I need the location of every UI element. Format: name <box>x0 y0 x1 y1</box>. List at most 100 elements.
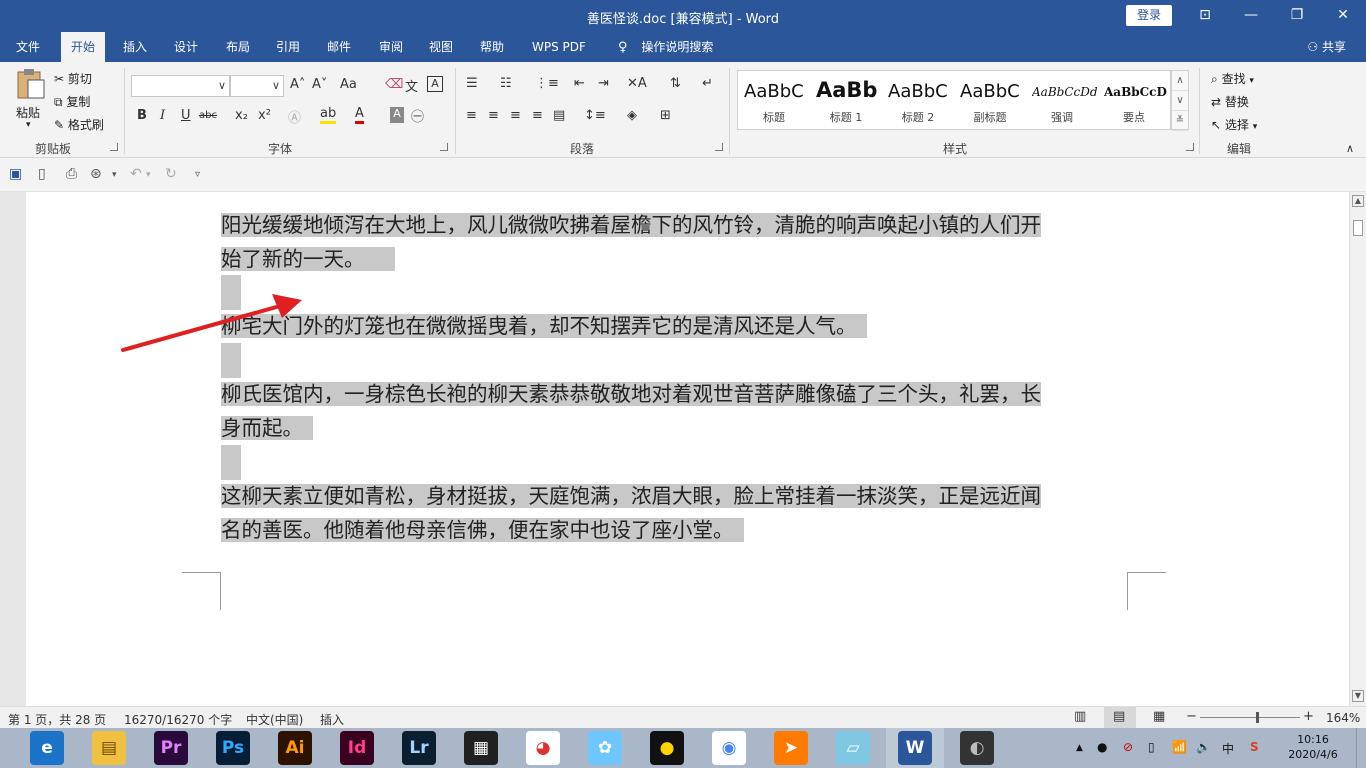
qq-tray-icon[interactable]: ● <box>1097 740 1107 754</box>
vertical-scrollbar[interactable]: ▲ ▼ <box>1349 192 1366 706</box>
font-launcher-icon[interactable] <box>440 143 448 151</box>
bullets-icon[interactable]: ☰ <box>466 76 478 91</box>
style-strong[interactable]: AaBbCcD 要点 <box>1098 71 1170 129</box>
tray-chevron-icon[interactable]: ▲ <box>1076 743 1083 753</box>
taskbar-app-orange-app[interactable]: ➤ <box>762 728 820 768</box>
justify-icon[interactable]: ≡ <box>532 108 543 123</box>
phonetic-guide-icon[interactable]: 文 <box>405 76 418 95</box>
increase-indent-icon[interactable]: ⇥ <box>598 76 609 91</box>
chevron-down-icon[interactable]: ∨ <box>1172 91 1188 111</box>
tab-review[interactable]: 审阅 <box>369 32 413 62</box>
tab-mailings[interactable]: 邮件 <box>317 32 361 62</box>
web-layout-icon[interactable]: ▦ <box>1153 709 1165 724</box>
chevron-down-icon[interactable]: ▾ <box>112 170 117 180</box>
scroll-down-icon[interactable]: ▼ <box>1352 690 1364 702</box>
borders-icon[interactable]: ⊞ <box>660 108 671 123</box>
taskbar-app-browser[interactable]: e <box>18 728 76 768</box>
volume-icon[interactable]: 🔈 <box>1196 740 1211 754</box>
chevron-down-icon[interactable]: ▾ <box>146 170 151 180</box>
style-heading-1[interactable]: AaBb 标题 1 <box>810 71 882 129</box>
zoom-in-button[interactable]: + <box>1303 709 1314 724</box>
find-button[interactable]: ⌕ 查找 ▾ <box>1211 70 1254 87</box>
char-shading-icon[interactable]: A <box>390 107 404 123</box>
tab-help[interactable]: 帮助 <box>470 32 514 62</box>
scroll-up-icon[interactable]: ▲ <box>1352 195 1364 207</box>
zoom-slider[interactable] <box>1200 717 1300 718</box>
tab-view[interactable]: 视图 <box>419 32 463 62</box>
device-icon[interactable]: ▯ <box>1148 740 1155 754</box>
paste-button[interactable] <box>14 68 48 102</box>
numbering-icon[interactable]: ☷ <box>500 76 512 91</box>
copy-button[interactable]: ⧉ 复制 <box>54 93 90 110</box>
style-heading-2[interactable]: AaBbC 标题 2 <box>882 71 954 129</box>
page-indicator[interactable]: 第 1 页，共 28 页 <box>8 711 106 728</box>
network-blocked-icon[interactable]: ⊘ <box>1123 740 1133 754</box>
font-size-combo[interactable]: ∨ <box>230 75 284 97</box>
style-emphasis[interactable]: AaBbCcDd 强调 <box>1026 71 1098 129</box>
distributed-icon[interactable]: ▤ <box>553 108 565 123</box>
underline-button[interactable]: U <box>181 108 191 123</box>
font-name-combo[interactable]: ∨ <box>131 75 230 97</box>
taskbar-app-indesign[interactable]: Id <box>328 728 386 768</box>
save-icon[interactable]: ▣ <box>9 166 22 182</box>
tell-me-search[interactable]: ♀ 操作说明搜索 <box>608 32 723 62</box>
redo-icon[interactable]: ↻ <box>165 166 177 182</box>
taskbar-app-photoshop[interactable]: Ps <box>204 728 262 768</box>
tab-wps-pdf[interactable]: WPS PDF <box>522 32 596 62</box>
undo-icon[interactable]: ↶ <box>130 166 142 182</box>
chevron-up-icon[interactable]: ∧ <box>1172 71 1188 91</box>
tab-design[interactable]: 设计 <box>164 32 208 62</box>
sort-icon[interactable]: ⇅ <box>670 76 681 91</box>
taskbar-app-qq[interactable]: ● <box>638 728 696 768</box>
close-button[interactable]: ✕ <box>1320 0 1366 32</box>
taskbar-app-notepad-app[interactable]: ▱ <box>824 728 882 768</box>
taskbar-app-illustrator[interactable]: Ai <box>266 728 324 768</box>
align-left-icon[interactable]: ≡ <box>466 108 477 123</box>
align-center-icon[interactable]: ≡ <box>488 108 499 123</box>
paste-dropdown-icon[interactable]: ▾ <box>26 120 31 130</box>
minimize-button[interactable]: — <box>1228 0 1274 32</box>
bold-button[interactable]: B <box>137 108 147 123</box>
taskbar-app-cute-app[interactable]: ✿ <box>576 728 634 768</box>
restore-button[interactable]: ❐ <box>1274 0 1320 32</box>
format-painter-button[interactable]: ✎ 格式刷 <box>54 116 104 133</box>
taskbar-app-video-editor[interactable]: ▦ <box>452 728 510 768</box>
font-color-icon[interactable]: A <box>355 106 364 124</box>
paragraph-launcher-icon[interactable] <box>715 143 723 151</box>
text-effects-icon[interactable]: Ⓐ <box>288 107 301 126</box>
grow-font-button[interactable]: A˄ <box>290 77 305 92</box>
taskbar-app-word[interactable]: W <box>886 728 944 768</box>
zoom-level[interactable]: 164% <box>1326 711 1360 725</box>
style-subtitle[interactable]: AaBbC 副标题 <box>954 71 1026 129</box>
sogou-ime-icon[interactable]: S <box>1250 740 1259 754</box>
tab-references[interactable]: 引用 <box>266 32 310 62</box>
styles-launcher-icon[interactable] <box>1186 143 1194 151</box>
multilevel-list-icon[interactable]: ⋮≡ <box>535 76 559 91</box>
customize-qat-icon[interactable]: ▿ <box>195 169 200 180</box>
tab-file[interactable]: 文件 <box>6 32 50 62</box>
char-border-icon[interactable]: A <box>427 76 443 92</box>
line-spacing-icon[interactable]: ↕≡ <box>584 108 606 123</box>
touch-mode-icon[interactable]: ⊛ <box>90 166 102 182</box>
network-icon[interactable]: 📶 <box>1172 740 1187 754</box>
style-title[interactable]: AaBbC 标题 <box>738 71 810 129</box>
clipboard-launcher-icon[interactable] <box>110 143 118 151</box>
superscript-button[interactable]: x² <box>258 108 271 123</box>
tab-home[interactable]: 开始 <box>61 32 106 62</box>
chinese-layout-icon[interactable]: ✕A <box>627 76 647 91</box>
italic-button[interactable]: I <box>160 108 165 123</box>
strikethrough-button[interactable]: abc <box>199 110 217 121</box>
replace-button[interactable]: ⇄ 替换 <box>1211 93 1249 110</box>
scroll-thumb[interactable] <box>1353 220 1363 236</box>
clock[interactable]: 10:16 2020/4/6 <box>1288 732 1338 762</box>
language-indicator[interactable]: 中文(中国) <box>246 711 303 728</box>
show-desktop-button[interactable] <box>1356 728 1366 768</box>
highlight-color-icon[interactable]: ab <box>320 106 337 124</box>
enclose-char-icon[interactable]: ㊀ <box>411 106 424 125</box>
word-count[interactable]: 16270/16270 个字 <box>124 711 232 728</box>
taskbar-app-colorful-app[interactable]: ◕ <box>514 728 572 768</box>
align-right-icon[interactable]: ≡ <box>510 108 521 123</box>
zoom-slider-thumb[interactable] <box>1256 712 1259 723</box>
clear-formatting-icon[interactable]: ⌫ <box>385 77 403 92</box>
insert-mode[interactable]: 插入 <box>320 711 344 728</box>
